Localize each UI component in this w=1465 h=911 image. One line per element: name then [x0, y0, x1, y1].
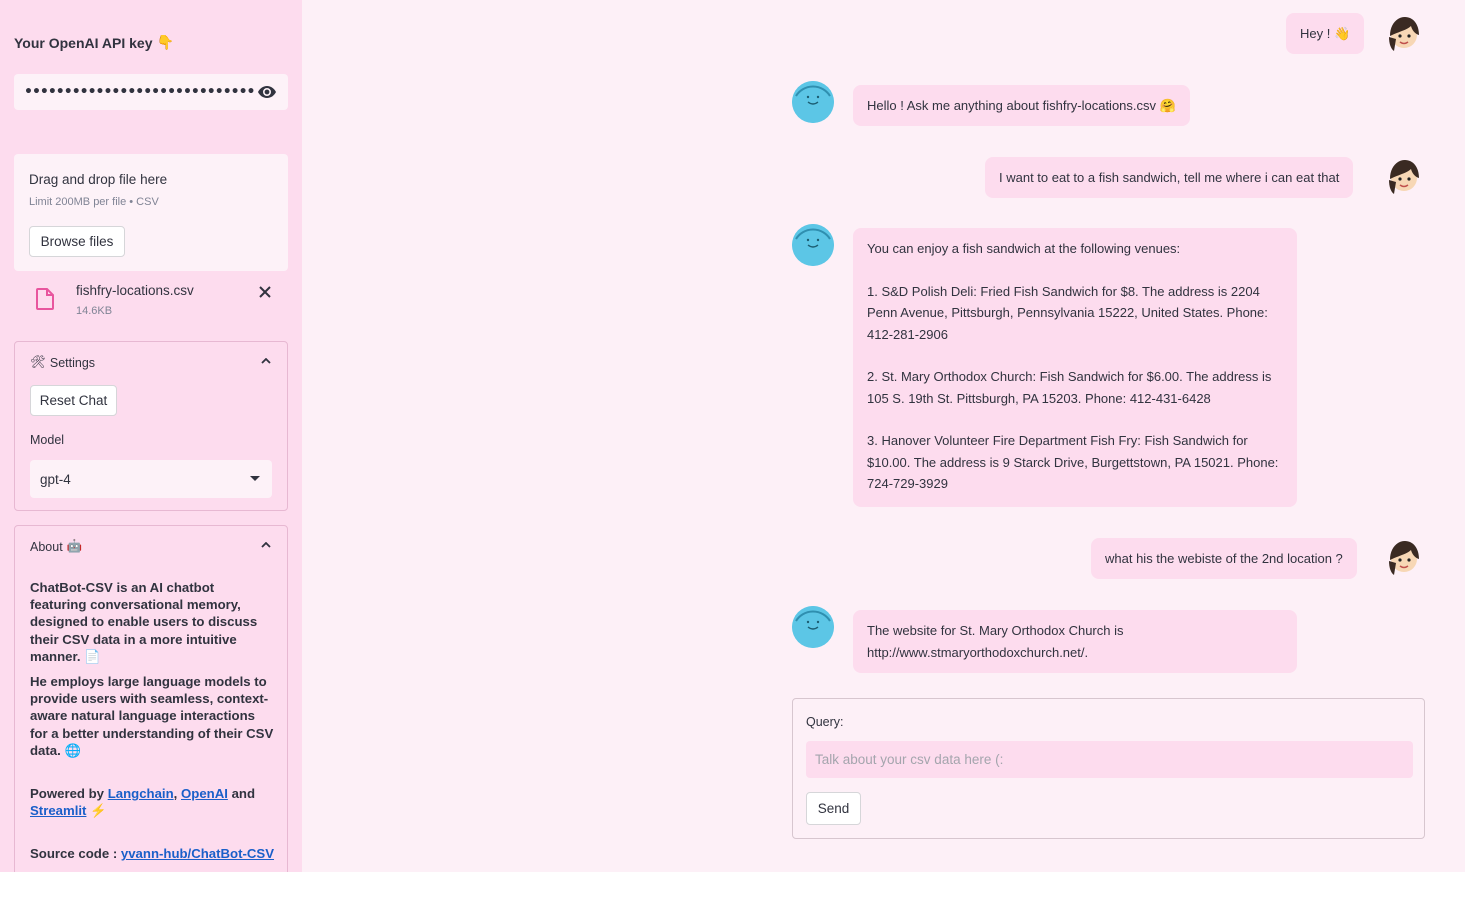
user-message: I want to eat to a fish sandwich, tell m… — [985, 157, 1354, 198]
chevron-up-icon[interactable] — [261, 542, 271, 548]
tools-icon: 🛠 — [30, 355, 46, 369]
user-avatar-icon — [1389, 17, 1419, 51]
settings-expander: 🛠 Settings Reset Chat Model gpt-4 — [14, 341, 288, 511]
bot-avatar-icon — [792, 224, 834, 266]
bot-avatar-icon — [792, 81, 834, 123]
source-prefix: Source code : — [30, 846, 118, 861]
sidebar: Your OpenAI API key 👇 ••••••••••••••••••… — [0, 0, 302, 872]
bot-message: The website for St. Mary Orthodox Church… — [853, 610, 1297, 673]
robot-icon: 🤖 — [66, 539, 83, 553]
dropzone-title: Drag and drop file here — [29, 172, 168, 187]
chevron-up-icon[interactable] — [261, 358, 271, 364]
source-code: Source code : yvann-hub/ChatBot-CSV — [30, 845, 274, 862]
bot-message-line: 1. S&D Polish Deli: Fried Fish Sandwich … — [867, 283, 1268, 342]
about-expander: About 🤖 ChatBot-CSV is an AI chatbot fea… — [14, 525, 288, 872]
query-label: Query: — [806, 715, 844, 729]
eye-icon[interactable] — [256, 81, 278, 103]
about-paragraph-1: ChatBot-CSV is an AI chatbot featuring c… — [30, 580, 258, 664]
close-icon[interactable] — [257, 284, 273, 300]
uploaded-file: fishfry-locations.csv 14.6KB — [14, 278, 288, 324]
about-paragraph-2: He employs large language models to prov… — [30, 674, 274, 758]
about-title: About — [30, 539, 63, 554]
bot-message: You can enjoy a fish sandwich at the fol… — [853, 228, 1297, 507]
send-button[interactable]: Send — [806, 792, 861, 825]
model-label: Model — [30, 433, 65, 447]
model-select-value: gpt-4 — [40, 471, 71, 487]
api-key-value[interactable]: ••••••••••••••••••••••••••••••••••••••••… — [24, 84, 256, 100]
query-input[interactable] — [806, 741, 1413, 778]
dropzone-limit: Limit 200MB per file • CSV — [29, 196, 159, 208]
bot-message-line: 3. Hanover Volunteer Fire Department Fis… — [867, 433, 1279, 491]
powered-comma: , — [173, 786, 178, 801]
langchain-link[interactable]: Langchain — [108, 786, 174, 801]
source-link[interactable]: yvann-hub/ChatBot-CSV — [121, 846, 274, 861]
file-dropzone[interactable]: Drag and drop file here Limit 200MB per … — [14, 154, 288, 271]
bot-message-line: You can enjoy a fish sandwich at the fol… — [867, 241, 1181, 256]
app-root: Your OpenAI API key 👇 ••••••••••••••••••… — [0, 0, 1465, 872]
file-name: fishfry-locations.csv — [76, 283, 194, 298]
openai-link[interactable]: OpenAI — [181, 786, 228, 801]
powered-by: Powered by Langchain, OpenAI and Streaml… — [30, 785, 274, 819]
powered-and: and — [231, 786, 256, 801]
api-key-label-text: Your OpenAI API key — [14, 34, 153, 51]
file-icon — [36, 288, 54, 310]
user-message: what his the webiste of the 2nd location… — [1091, 538, 1357, 579]
bot-message-line: 2. St. Mary Orthodox Church: Fish Sandwi… — [867, 369, 1272, 406]
api-key-label: Your OpenAI API key 👇 — [14, 34, 174, 51]
settings-title: Settings — [49, 355, 96, 370]
file-size: 14.6KB — [76, 305, 113, 317]
about-header[interactable]: About 🤖 — [30, 539, 82, 554]
streamlit-link[interactable]: Streamlit — [30, 803, 86, 818]
lightning-icon: ⚡ — [90, 803, 107, 819]
user-avatar-icon — [1389, 541, 1419, 575]
caret-down-icon — [250, 476, 260, 481]
browse-files-button[interactable]: Browse files — [29, 226, 125, 257]
model-select[interactable]: gpt-4 — [30, 460, 272, 498]
reset-chat-button[interactable]: Reset Chat — [30, 385, 117, 416]
user-avatar-icon — [1389, 160, 1419, 194]
bot-message: Hello ! Ask me anything about fishfry-lo… — [853, 85, 1190, 126]
settings-header[interactable]: 🛠 Settings — [30, 355, 95, 370]
user-message: Hey ! 👋 — [1286, 13, 1365, 54]
query-form: Query: Send — [792, 698, 1425, 839]
api-key-input[interactable]: ••••••••••••••••••••••••••••••••••••••••… — [14, 74, 288, 110]
bot-avatar-icon — [792, 606, 834, 648]
powered-by-prefix: Powered by — [30, 786, 105, 801]
pointing-down-emoji-icon: 👇 — [156, 34, 174, 50]
